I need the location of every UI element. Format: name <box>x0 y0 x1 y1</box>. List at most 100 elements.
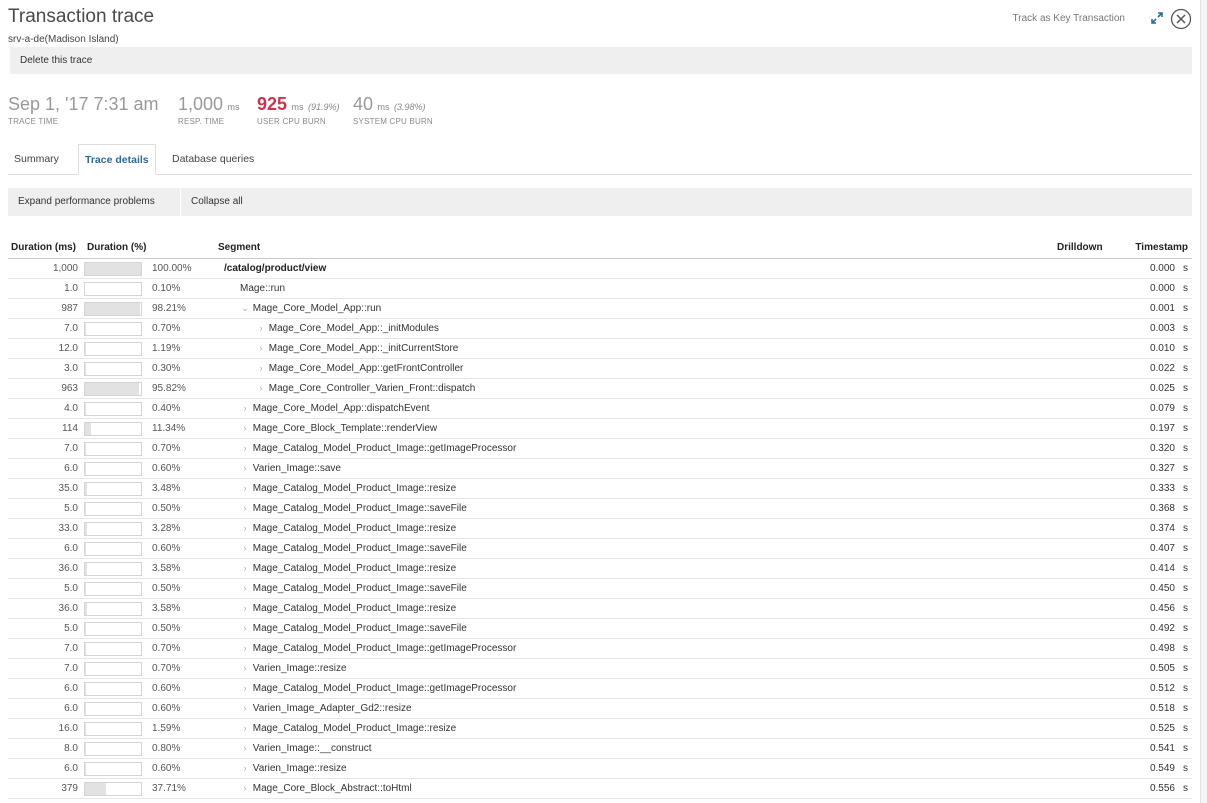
expand-arrow-icon[interactable]: › <box>256 323 266 333</box>
expand-arrow-icon[interactable]: › <box>240 543 250 553</box>
expand-arrow-icon[interactable]: › <box>240 643 250 653</box>
vertical-scrollbar[interactable] <box>1200 0 1207 803</box>
table-row[interactable]: 4.0 0.40% › Mage_Core_Model_App::dispatchE… <box>8 398 1192 419</box>
col-duration-ms[interactable]: Duration (ms) <box>8 236 84 259</box>
tab-database-queries[interactable]: Database queries <box>166 144 260 173</box>
segment-cell[interactable]: › Mage_Catalog_Model_Product_Image::resi… <box>218 718 1057 739</box>
segment-cell[interactable]: › Mage_Core_Model_App::dispatchEvent <box>218 398 1057 419</box>
expand-icon[interactable] <box>1151 12 1163 24</box>
expand-arrow-icon[interactable]: › <box>240 723 250 733</box>
tab-trace-details[interactable]: Trace details <box>78 144 156 175</box>
table-row[interactable]: 7.0 0.70% › Mage_Core_Model_App::_initModu… <box>8 318 1192 339</box>
close-icon[interactable] <box>1170 8 1192 30</box>
expand-arrow-icon[interactable]: › <box>240 743 250 753</box>
segment-cell[interactable]: › Varien_Image::save <box>218 458 1057 479</box>
segment-cell[interactable]: › Varien_Image::resize <box>218 658 1057 679</box>
segment-cell[interactable]: › Mage_Catalog_Model_Product_Image::getI… <box>218 438 1057 459</box>
collapse-arrow-icon[interactable]: ⌄ <box>240 303 250 314</box>
segment-cell[interactable]: › Mage_Catalog_Model_Product_Image::resi… <box>218 478 1057 499</box>
timestamp-unit: s <box>1183 603 1188 614</box>
expand-arrow-icon[interactable]: › <box>240 563 250 573</box>
segment-cell[interactable]: › Varien_Image::resize <box>218 758 1057 779</box>
segment-cell[interactable]: /catalog/product/view <box>218 258 1057 279</box>
expand-arrow-icon[interactable]: › <box>240 403 250 413</box>
table-row[interactable]: 36.0 3.58% › Mage_Catalog_Model_Product_Im… <box>8 558 1192 579</box>
expand-arrow-icon[interactable]: › <box>240 503 250 513</box>
table-row[interactable]: 16.0 1.59% › Mage_Catalog_Model_Product_Im… <box>8 718 1192 739</box>
tab-summary[interactable]: Summary <box>8 144 65 173</box>
table-row[interactable]: 6.0 0.60% › Varien_Image::resize 0.549 s <box>8 758 1192 779</box>
duration-bar <box>84 361 142 376</box>
segment-cell[interactable]: › Mage_Core_Block_Abstract::toHtml <box>218 778 1057 799</box>
expand-arrow-icon[interactable]: › <box>240 583 250 593</box>
expand-arrow-icon[interactable]: › <box>240 623 250 633</box>
table-row[interactable]: 1.0 0.10% Mage::run 0.000 s <box>8 278 1192 299</box>
table-row[interactable]: 5.0 0.50% › Mage_Catalog_Model_Product_Ima… <box>8 618 1192 639</box>
segment-name: Mage_Catalog_Model_Product_Image::getIma… <box>252 683 517 694</box>
table-row[interactable]: 5.0 0.50% › Mage_Catalog_Model_Product_Ima… <box>8 578 1192 599</box>
table-row[interactable]: 963 95.82% › Mage_Core_Controller_Varien_F… <box>8 378 1192 399</box>
table-row[interactable]: 33.0 3.28% › Mage_Catalog_Model_Product_Im… <box>8 518 1192 539</box>
table-row[interactable]: 8.0 0.80% › Varien_Image::__construct 0.541… <box>8 738 1192 759</box>
table-row[interactable]: 6.0 0.60% › Mage_Catalog_Model_Product_Ima… <box>8 538 1192 559</box>
table-row[interactable]: 7.0 0.70% › Mage_Catalog_Model_Product_Ima… <box>8 638 1192 659</box>
table-row[interactable]: 35.0 3.48% › Mage_Catalog_Model_Product_Im… <box>8 478 1192 499</box>
col-segment[interactable]: Segment <box>218 236 1057 259</box>
collapse-all-button[interactable]: Collapse all <box>181 188 253 216</box>
track-key-transaction-link[interactable]: Track as Key Transaction <box>1013 13 1125 24</box>
duration-bar <box>84 321 142 336</box>
duration-pct-cell: 0.70% <box>147 638 218 659</box>
table-row[interactable]: 379 37.71% › Mage_Core_Block_Abstract::toH… <box>8 778 1192 799</box>
delete-trace-button[interactable]: Delete this trace <box>20 55 92 66</box>
segment-cell[interactable]: › Mage_Core_Model_App::getFrontControlle… <box>218 358 1057 379</box>
col-timestamp[interactable]: Timestamp <box>1117 236 1192 259</box>
table-row[interactable]: 6.0 0.60% › Varien_Image_Adapter_Gd2::resi… <box>8 698 1192 719</box>
segment-cell[interactable]: › Mage_Catalog_Model_Product_Image::getI… <box>218 638 1057 659</box>
segment-cell[interactable]: › Mage_Core_Controller_Varien_Front::dis… <box>218 378 1057 399</box>
expand-arrow-icon[interactable]: › <box>240 603 250 613</box>
expand-arrow-icon[interactable]: › <box>240 443 250 453</box>
expand-arrow-icon[interactable]: › <box>240 783 250 793</box>
expand-arrow-icon[interactable]: › <box>240 703 250 713</box>
timestamp-value: 0.498 <box>1149 643 1175 654</box>
segment-cell[interactable]: › Mage_Catalog_Model_Product_Image::save… <box>218 578 1057 599</box>
segment-cell[interactable]: › Varien_Image_Adapter_Gd2::resize <box>218 698 1057 719</box>
duration-bar-cell <box>84 278 147 299</box>
expand-arrow-icon[interactable]: › <box>240 763 250 773</box>
table-row[interactable]: 12.0 1.19% › Mage_Core_Model_App::_initCur… <box>8 338 1192 359</box>
expand-arrow-icon[interactable]: › <box>240 683 250 693</box>
segment-cell[interactable]: Mage::run <box>218 278 1057 299</box>
table-row[interactable]: 7.0 0.70% › Mage_Catalog_Model_Product_Ima… <box>8 438 1192 459</box>
segment-cell[interactable]: › Varien_Image::__construct <box>218 738 1057 759</box>
table-row[interactable]: 6.0 0.60% › Varien_Image::save 0.327 s <box>8 458 1192 479</box>
expand-arrow-icon[interactable]: › <box>240 483 250 493</box>
table-row[interactable]: 5.0 0.50% › Mage_Catalog_Model_Product_Ima… <box>8 498 1192 519</box>
segment-cell[interactable]: › Mage_Catalog_Model_Product_Image::save… <box>218 538 1057 559</box>
segment-cell[interactable]: › Mage_Catalog_Model_Product_Image::save… <box>218 498 1057 519</box>
expand-arrow-icon[interactable]: › <box>256 363 266 373</box>
expand-performance-problems-button[interactable]: Expand performance problems <box>8 188 165 216</box>
table-row[interactable]: 36.0 3.58% › Mage_Catalog_Model_Product_Im… <box>8 598 1192 619</box>
segment-cell[interactable]: › Mage_Core_Block_Template::renderView <box>218 418 1057 439</box>
segment-cell[interactable]: › Mage_Catalog_Model_Product_Image::resi… <box>218 518 1057 539</box>
table-row[interactable]: 7.0 0.70% › Varien_Image::resize 0.505 s <box>8 658 1192 679</box>
table-row-root[interactable]: 1,000 100.00% /catalog/product/view 0.000 s <box>8 258 1192 279</box>
expand-arrow-icon[interactable]: › <box>240 663 250 673</box>
expand-arrow-icon[interactable]: › <box>240 423 250 433</box>
expand-arrow-icon[interactable]: › <box>240 523 250 533</box>
segment-cell[interactable]: › Mage_Core_Model_App::_initModules <box>218 318 1057 339</box>
segment-cell[interactable]: › Mage_Catalog_Model_Product_Image::getI… <box>218 678 1057 699</box>
segment-cell[interactable]: › Mage_Catalog_Model_Product_Image::save… <box>218 618 1057 639</box>
col-duration-pct[interactable]: Duration (%) <box>84 236 147 259</box>
segment-cell[interactable]: › Mage_Catalog_Model_Product_Image::resi… <box>218 598 1057 619</box>
table-row[interactable]: 6.0 0.60% › Mage_Catalog_Model_Product_Ima… <box>8 678 1192 699</box>
segment-cell[interactable]: ⌄ Mage_Core_Model_App::run <box>218 298 1057 319</box>
table-row[interactable]: 3.0 0.30% › Mage_Core_Model_App::getFrontC… <box>8 358 1192 379</box>
segment-cell[interactable]: › Mage_Catalog_Model_Product_Image::resi… <box>218 558 1057 579</box>
table-row[interactable]: 114 11.34% › Mage_Core_Block_Template::ren… <box>8 418 1192 439</box>
expand-arrow-icon[interactable]: › <box>256 343 266 353</box>
expand-arrow-icon[interactable]: › <box>256 383 266 393</box>
expand-arrow-icon[interactable]: › <box>240 463 250 473</box>
segment-cell[interactable]: › Mage_Core_Model_App::_initCurrentStore <box>218 338 1057 359</box>
table-row[interactable]: 987 98.21% ⌄ Mage_Core_Model_App::run 0.001… <box>8 298 1192 319</box>
